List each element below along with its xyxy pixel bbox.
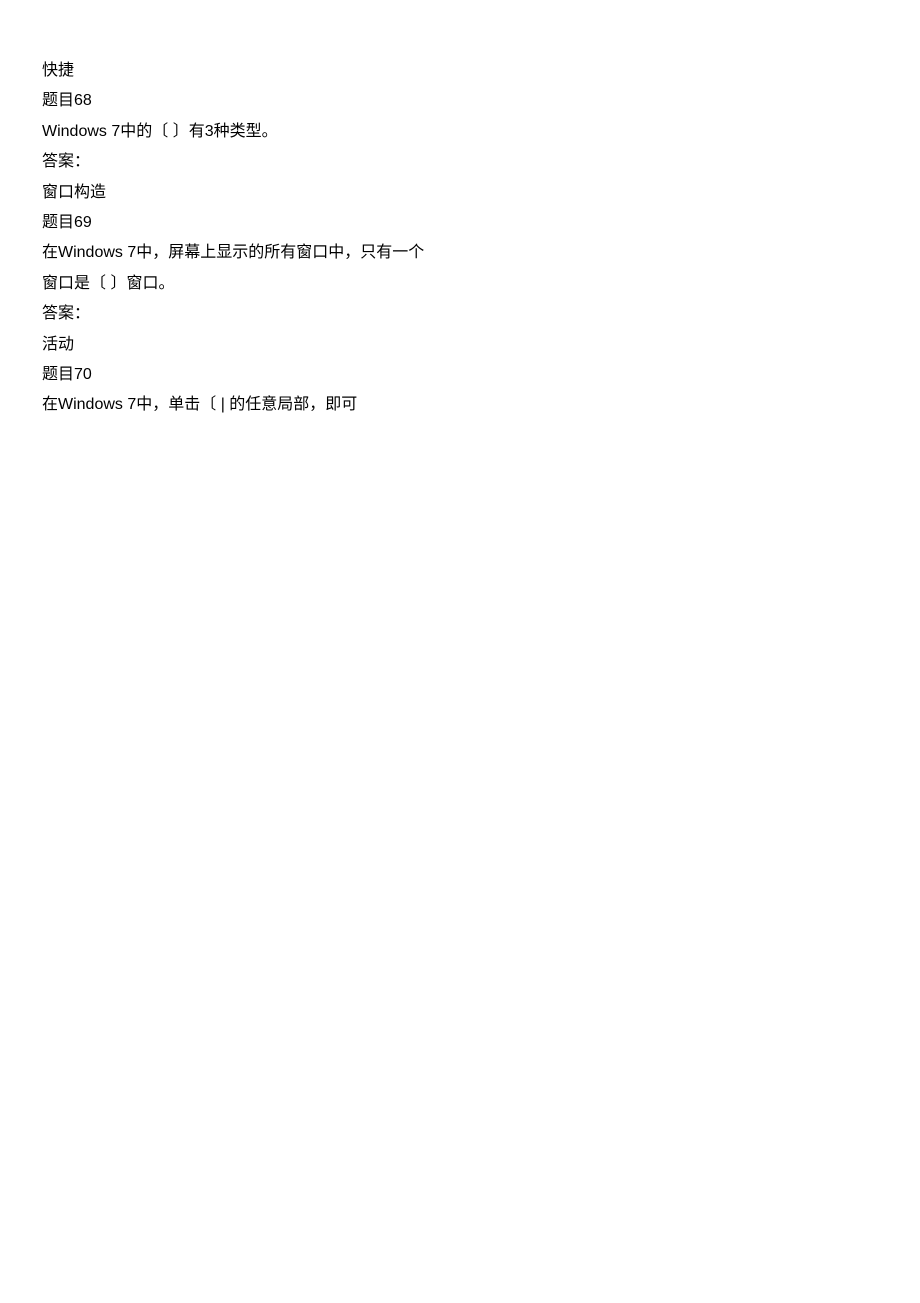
answer-text: 窗口构造 [42, 178, 472, 208]
document-content: 快捷 题目68 Windows 7中的〔 〕有3种类型。 答案： 窗口构造 题目… [42, 56, 472, 421]
question-text: 在Windows 7中，屏幕上显示的所有窗口中，只有一个 [42, 238, 472, 268]
question-heading: 题目68 [42, 86, 472, 116]
question-text: 窗口是〔 〕窗口。 [42, 269, 472, 299]
question-text: 在Windows 7中，单击〔 | 的任意局部，即可 [42, 390, 472, 420]
answer-text: 活动 [42, 330, 472, 360]
text-line: 快捷 [42, 56, 472, 86]
question-text: Windows 7中的〔 〕有3种类型。 [42, 117, 472, 147]
question-heading: 题目70 [42, 360, 472, 390]
answer-label: 答案： [42, 299, 472, 329]
answer-label: 答案： [42, 147, 472, 177]
question-heading: 题目69 [42, 208, 472, 238]
